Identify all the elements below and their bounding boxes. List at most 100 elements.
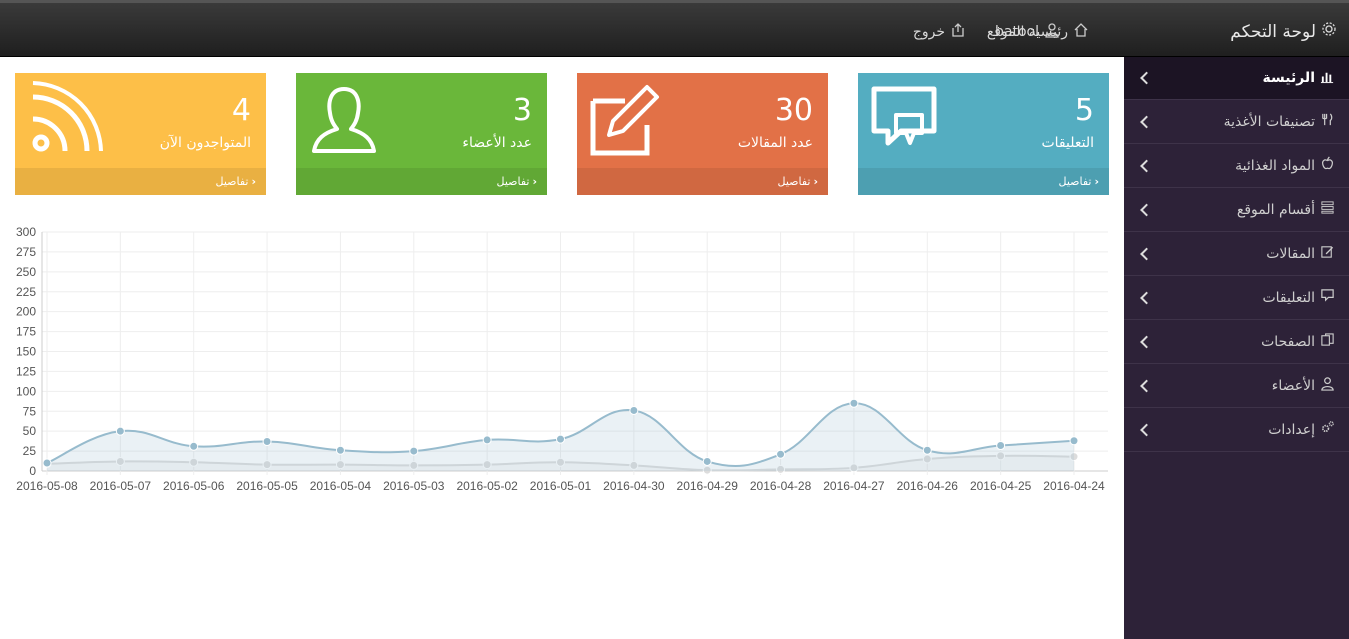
x-tick-label: 2016-04-30: [603, 479, 665, 493]
x-tick-label: 2016-04-27: [823, 479, 885, 493]
user-link[interactable]: batool: [995, 3, 1060, 60]
chevron-left-icon: [1140, 159, 1153, 172]
data-point: [335, 445, 345, 455]
sidebar-item[interactable]: الأعضاء: [1124, 364, 1349, 408]
sidebar-item-label: أقسام الموقع: [1236, 201, 1315, 218]
details-link[interactable]: تفاصيل ›: [15, 168, 266, 195]
chevron-left-icon: [1140, 423, 1153, 436]
data-point: [702, 456, 712, 466]
top-navbar: لوحة التحكم رئيسية الموقع batool خروج: [0, 0, 1349, 57]
sidebar-item-label: التعليقات: [1262, 289, 1315, 306]
y-tick-label: 50: [23, 424, 37, 438]
y-tick-label: 125: [16, 364, 36, 378]
logout-link[interactable]: خروج: [913, 3, 966, 60]
sidebar-item[interactable]: إعدادات: [1124, 408, 1349, 452]
x-tick-label: 2016-04-26: [897, 479, 959, 493]
bar-chart-icon: [1320, 69, 1335, 88]
gear-icon: [1321, 21, 1337, 42]
data-point: [556, 434, 565, 444]
sidebar-item-label: إعدادات: [1268, 421, 1315, 438]
data-point: [629, 405, 639, 415]
sidebar-item[interactable]: الرئيسة: [1124, 57, 1349, 100]
x-tick-label: 2016-05-05: [236, 479, 298, 493]
gears-icon: [1320, 420, 1335, 439]
x-tick-label: 2016-04-25: [970, 479, 1032, 493]
stat-label: المتواجدون الآن: [159, 135, 251, 151]
pencil-square-icon: [590, 85, 659, 156]
sidebar-item-label: المقالات: [1266, 245, 1315, 262]
details-label: تفاصيل: [1058, 175, 1092, 188]
details-link[interactable]: تفاصيل ›: [858, 168, 1109, 195]
chevron-right-icon: ›: [532, 175, 537, 188]
stat-count: 30: [774, 93, 813, 128]
details-link[interactable]: تفاصيل ›: [577, 168, 828, 195]
stat-count: 4: [231, 93, 251, 128]
x-tick-label: 2016-05-07: [90, 479, 152, 493]
data-point: [776, 449, 786, 459]
data-point: [42, 458, 52, 468]
stat-card: 4 المتواجدون الآن تفاصيل ›: [15, 73, 266, 195]
details-link[interactable]: تفاصيل ›: [296, 168, 547, 195]
data-point: [1069, 436, 1079, 446]
data-point: [996, 441, 1006, 451]
user-icon: [1044, 22, 1060, 42]
chevron-right-icon: ›: [813, 175, 818, 188]
details-label: تفاصيل: [215, 175, 249, 188]
logout-label: خروج: [912, 23, 945, 40]
x-tick-label: 2016-04-29: [677, 479, 739, 493]
data-point: [262, 437, 272, 447]
chevron-left-icon: [1140, 115, 1153, 128]
data-point: [849, 398, 859, 408]
details-label: تفاصيل: [777, 175, 811, 188]
apple-icon: [1320, 156, 1335, 175]
y-tick-label: 250: [16, 265, 36, 279]
data-point: [189, 441, 199, 451]
sidebar-item-label: تصنيفات الأغذية: [1223, 113, 1315, 130]
x-tick-label: 2016-05-08: [16, 479, 78, 493]
chevron-left-icon: [1140, 379, 1153, 392]
y-tick-label: 100: [16, 384, 36, 398]
stat-card: 30 عدد المقالات تفاصيل ›: [577, 73, 828, 195]
y-tick-label: 300: [16, 225, 36, 239]
x-tick-label: 2016-05-06: [163, 479, 225, 493]
x-tick-label: 2016-05-02: [456, 479, 518, 493]
stat-count: 3: [512, 93, 532, 128]
stat-label: عدد المقالات: [737, 135, 813, 151]
edit-icon: [1320, 244, 1335, 263]
y-tick-label: 150: [16, 345, 36, 359]
stat-card: 3 عدد الأعضاء تفاصيل ›: [296, 73, 547, 195]
sidebar-item[interactable]: أقسام الموقع: [1124, 188, 1349, 232]
user-icon: [312, 87, 376, 153]
brand-label: لوحة التحكم: [1230, 21, 1316, 42]
sidebar-item[interactable]: تصنيفات الأغذية: [1124, 100, 1349, 144]
sidebar-item[interactable]: المقالات: [1124, 232, 1349, 276]
data-point: [409, 446, 419, 456]
home-icon: [1073, 22, 1089, 42]
chevron-left-icon: [1140, 71, 1153, 85]
sidebar-item[interactable]: الصفحات: [1124, 320, 1349, 364]
x-tick-label: 2016-04-24: [1043, 479, 1105, 493]
x-tick-label: 2016-05-01: [530, 479, 592, 493]
stat-label: التعليقات: [1041, 135, 1094, 151]
data-point: [922, 445, 932, 455]
list-icon: [1320, 200, 1335, 219]
chevron-right-icon: ›: [251, 175, 256, 188]
brand-link[interactable]: لوحة التحكم: [1230, 3, 1337, 60]
y-tick-label: 25: [23, 444, 37, 458]
sidebar-item-label: الصفحات: [1261, 333, 1315, 350]
chevron-right-icon: ›: [1094, 175, 1099, 188]
x-tick-label: 2016-04-28: [750, 479, 812, 493]
user-name: batool: [995, 23, 1039, 40]
sidebar-item[interactable]: المواد الغذائية: [1124, 144, 1349, 188]
sidebar-item-label: الأعضاء: [1271, 377, 1315, 394]
y-tick-label: 200: [16, 305, 36, 319]
rss-icon: [32, 81, 103, 152]
files-icon: [1320, 332, 1335, 351]
data-point: [482, 435, 492, 445]
user-icon: [1320, 376, 1335, 395]
sidebar-item[interactable]: التعليقات: [1124, 276, 1349, 320]
sidebar: الرئيسة تصنيفات الأغذية المواد الغذائية أقس…: [1124, 57, 1349, 639]
y-tick-label: 225: [16, 285, 36, 299]
sidebar-item-label: المواد الغذائية: [1235, 157, 1315, 174]
cutlery-icon: [1320, 112, 1335, 131]
